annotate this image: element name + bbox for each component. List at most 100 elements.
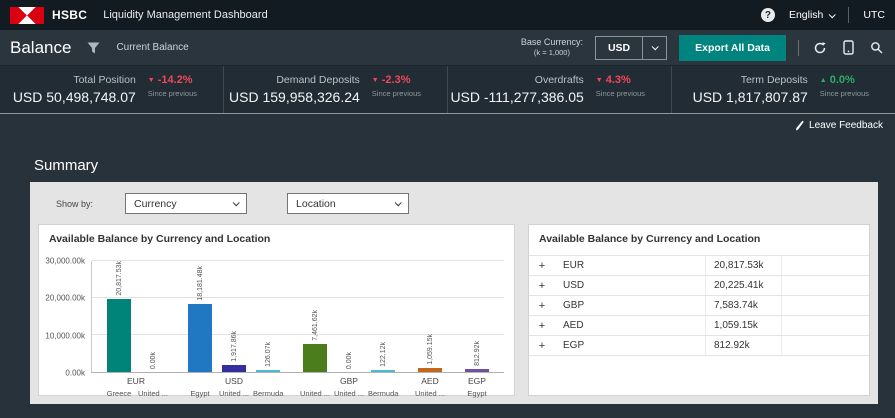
table-empty-cell [781, 336, 869, 355]
table-value-cell: 20,817.53k [705, 256, 781, 275]
bar-egp-egypt [465, 369, 489, 372]
x-axis-location-label: United ... [334, 389, 365, 398]
leave-feedback-button[interactable]: Leave Feedback [795, 120, 883, 131]
x-axis-location-label: Bermuda [368, 389, 399, 398]
table-row[interactable]: + GBP 7,583.74k [529, 296, 869, 316]
x-axis-location-label: Greece [106, 389, 132, 398]
leave-feedback-label: Leave Feedback [809, 120, 883, 131]
x-axis-location-labels: Egypt United ... Bermuda [185, 389, 283, 398]
show-by-currency-select[interactable]: Currency [125, 193, 248, 214]
bar-column: 18,181.48k [185, 261, 215, 372]
kpi-value: USD 1,817,807.87 [692, 89, 808, 105]
table-title: Available Balance by Currency and Locati… [539, 233, 761, 245]
expand-row-icon[interactable]: + [529, 320, 555, 332]
table-row[interactable]: + AED 1,059.15k [529, 316, 869, 336]
search-icon[interactable] [868, 41, 885, 54]
x-axis-location-label: United ... [300, 389, 331, 398]
kpi-change: ▼ 4.3% [595, 74, 631, 86]
kpi-caption: Since previous [371, 89, 421, 98]
base-currency-label: Base Currency: (k = 1,000) [520, 37, 583, 58]
kpi-label: Term Deposits [740, 74, 808, 86]
kpi-value: USD 50,498,748.07 [12, 89, 136, 105]
view-subtitle: Current Balance [116, 42, 189, 53]
table-row[interactable]: + EUR 20,817.53k [529, 256, 869, 276]
mobile-device-icon[interactable] [841, 40, 856, 55]
table-value-cell: 7,583.74k [705, 296, 781, 315]
bar-usd-united [222, 365, 246, 372]
help-icon[interactable]: ? [760, 8, 775, 22]
kpi-caption: Since previous [819, 89, 869, 98]
chart-plot-area: 20,817.53k 0.00k EUR Greece United ... 18,181… [91, 260, 504, 398]
location-filter-value: Location [296, 197, 336, 210]
bar-value-label: 126.07k [264, 342, 272, 367]
balance-toolbar: Balance Current Balance Base Currency: (… [0, 30, 895, 66]
x-axis-location-labels: United ... [415, 389, 445, 398]
expand-row-icon[interactable]: + [529, 300, 555, 312]
table-currency-cell: EGP [563, 340, 585, 351]
table-empty-cell [781, 296, 869, 315]
table-currency-cell: USD [563, 280, 585, 291]
table-row[interactable]: + USD 20,225.41k [529, 276, 869, 296]
bar-column: 0.00k [138, 261, 168, 372]
kpi-tile: Total Position ▼ -14.2% USD 50,498,748.07 Si… [0, 66, 223, 113]
balance-table-card: Available Balance by Currency and Locati… [528, 224, 870, 396]
bar-column: 0.00k [334, 261, 364, 372]
kpi-strip: Total Position ▼ -14.2% USD 50,498,748.07 Si… [0, 66, 895, 114]
page-title: Balance [10, 37, 72, 57]
bar-value-label: 0.00k [345, 351, 353, 369]
x-axis-location-label: United ... [219, 389, 250, 398]
chart-group-usd: 18,181.48k 1,917.86k 126.07k USD Egypt United… [185, 261, 283, 398]
hsbc-logo-icon [10, 6, 44, 24]
currency-filter-value: Currency [134, 197, 177, 210]
x-axis-currency-label: USD [225, 376, 243, 386]
expand-row-icon[interactable]: + [529, 260, 555, 272]
table-row[interactable]: + EGP 812.92k [529, 336, 869, 356]
summary-section-title: Summary [34, 157, 99, 174]
x-axis-currency-label: EUR [127, 376, 145, 386]
triangle-up-icon: ▲ [819, 77, 827, 84]
base-currency-select[interactable]: USD [594, 35, 668, 60]
table-value-cell: 20,225.41k [705, 276, 781, 295]
bar-eur-greece [107, 298, 131, 372]
x-axis-location-labels: Egypt [462, 389, 492, 398]
bar-column: 1,059.15k [415, 261, 445, 372]
table-value-cell: 812.92k [705, 336, 781, 355]
y-axis-tick-label: 10,000.00k [45, 331, 85, 341]
bar-value-label: 7,461.62k [311, 310, 319, 341]
expand-row-icon[interactable]: + [529, 340, 555, 352]
base-currency-value: USD [607, 41, 631, 54]
kpi-label: Overdrafts [534, 74, 584, 86]
chart-group-gbp: 7,461.62k 0.00k 122.12k GBP United ... United… [300, 261, 398, 398]
refresh-icon[interactable] [811, 41, 829, 55]
triangle-down-icon: ▼ [147, 77, 155, 84]
chart-group-egp: 812.92k EGP Egypt [462, 261, 492, 398]
export-all-data-button[interactable]: Export All Data [679, 34, 786, 61]
app-title: Liquidity Management Dashboard [103, 9, 268, 21]
kpi-caption: Since previous [147, 89, 197, 98]
show-by-label: Show by: [56, 198, 94, 209]
divider [798, 39, 799, 56]
show-by-location-select[interactable]: Location [287, 193, 410, 214]
table-currency-cell: AED [563, 320, 584, 331]
top-header: HSBC Liquidity Management Dashboard ? En… [0, 0, 895, 30]
bar-value-label: 1,917.86k [230, 331, 238, 362]
x-axis-location-label: Egypt [190, 389, 210, 398]
triangle-down-icon: ▼ [371, 77, 379, 84]
chart-y-axis: 0.00k 10,000.00k 20,000.00k 30,000.00k [39, 257, 91, 378]
kpi-label: Demand Deposits [276, 74, 360, 86]
bar-value-label: 122.12k [379, 342, 387, 367]
chevron-down-icon [829, 10, 837, 18]
kpi-label: Total Position [73, 74, 136, 86]
table-value-cell: 1,059.15k [705, 316, 781, 335]
y-axis-tick-label: 20,000.00k [45, 293, 85, 303]
expand-row-icon[interactable]: + [529, 280, 555, 292]
language-selector[interactable]: English [789, 9, 837, 21]
chart-group-eur: 20,817.53k 0.00k EUR Greece United ... [104, 261, 168, 398]
bar-column: 20,817.53k [104, 261, 134, 372]
filter-funnel-icon[interactable] [87, 42, 100, 54]
kpi-value: USD -111,277,386.05 [450, 89, 584, 105]
table-currency-cell: GBP [563, 300, 585, 311]
table-currency-cell: EUR [563, 260, 585, 271]
pencil-icon [796, 120, 804, 131]
timezone-label: UTC [863, 9, 885, 21]
